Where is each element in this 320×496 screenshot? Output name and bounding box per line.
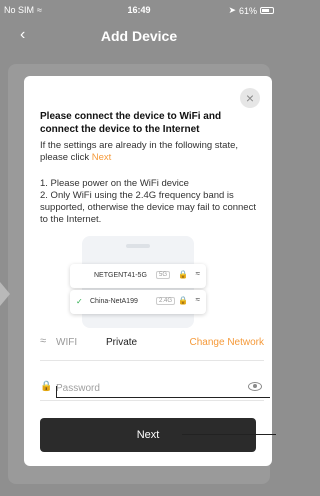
network-card-5g: NETGENT41-5G 5G 🔒 ≈ [70,264,206,288]
wifi-label: WIFI [56,337,78,348]
password-row: 🔒 [40,378,264,398]
close-icon: × [245,90,255,106]
change-network-link[interactable]: Change Network [190,337,264,348]
wifi-row: ≈ WIFI Private Change Network [40,332,264,354]
pointer-line [182,434,276,435]
lock-icon: 🔒 [178,296,188,305]
password-input[interactable] [56,378,236,398]
band-tag: 5G [156,271,171,279]
divider [40,360,264,361]
lock-icon: 🔒 [178,270,188,279]
wifi-icon: ≈ [195,295,200,304]
network-name: China-NetA199 [90,298,138,305]
page-title: Add Device [100,28,178,44]
status-right: ➤ 61% [228,5,274,16]
check-icon: ✓ [76,297,83,306]
divider [40,400,264,401]
lock-icon: 🔒 [40,381,53,392]
close-button[interactable]: × [240,88,260,108]
wifi-icon: ≈ [195,269,200,278]
nav-bar: ‹ Add Device [0,20,278,50]
pointer-line [56,386,57,397]
wifi-icon: ≈ [40,335,47,347]
hint-text: If the settings are already in the follo… [40,140,239,163]
battery-label: 61% [238,5,257,16]
instructions: 1. Please power on the WiFi device 2. On… [40,178,266,226]
step-1: 1. Please power on the WiFi device [40,178,189,189]
pointer-line [56,397,270,398]
background-arrow-icon [0,282,10,306]
hint-next-link[interactable]: Next [92,152,112,163]
step-2: 2. Only WiFi using the 2.4G frequency ba… [40,190,256,225]
wifi-name: Private [106,337,138,348]
dialog-hint: If the settings are already in the follo… [40,140,262,164]
band-tag: 2.4G [156,297,176,305]
location-icon: ➤ [228,5,236,15]
network-card-24g: ✓ China-NetA199 2.4G 🔒 ≈ [70,290,206,314]
status-bar: No SIM ≈ 16:49 ➤ 61% [0,0,278,20]
network-name: NETGENT41-5G [94,272,147,279]
battery-icon [260,7,274,14]
add-device-dialog: × Please connect the device to WiFi and … [24,76,272,466]
next-button[interactable]: Next [40,418,256,452]
dialog-heading: Please connect the device to WiFi and co… [40,111,222,135]
eye-icon[interactable] [248,382,262,391]
